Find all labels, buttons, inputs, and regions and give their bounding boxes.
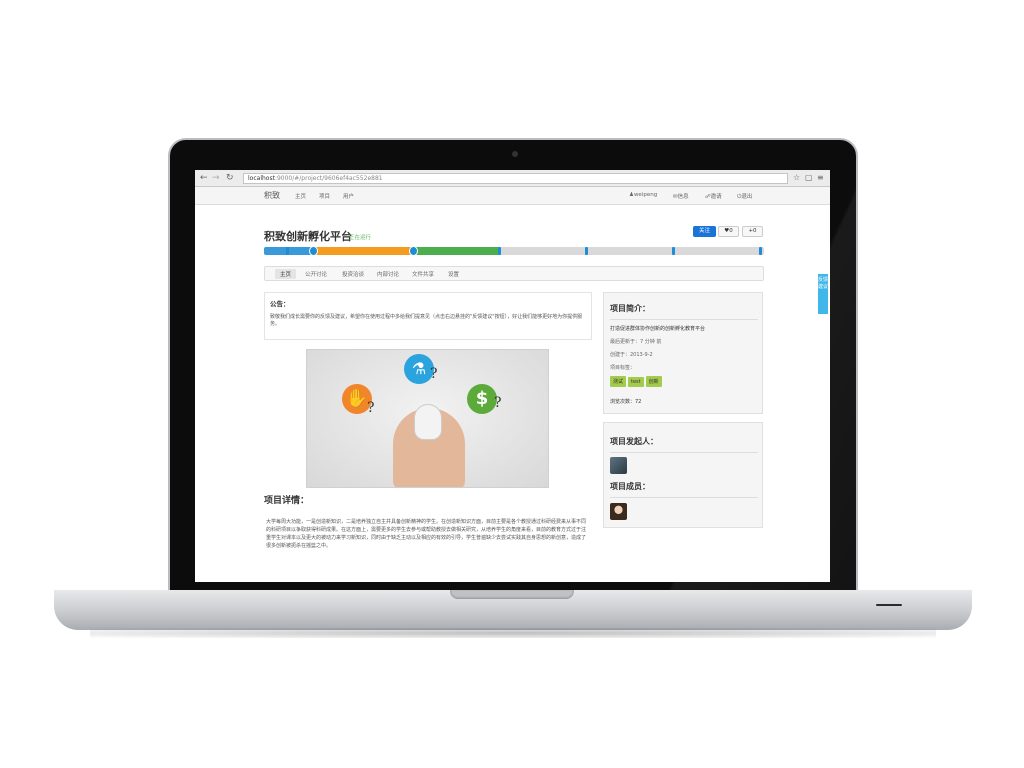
forward-arrow-icon[interactable]: →	[212, 173, 220, 183]
tag-chip[interactable]: 测试	[610, 376, 627, 387]
timeline-segment-green	[414, 247, 500, 255]
shield-icon[interactable]: ▢	[805, 173, 813, 183]
members-title: 项目成员：	[610, 482, 650, 491]
app-navbar: 积致 主页 项目 用户 ♟weipeng ✉信息 ☍邀请 ⏻退出	[195, 187, 830, 205]
tab-public-discussion[interactable]: 公开讨论	[305, 270, 327, 278]
intro-title: 项目简介：	[610, 304, 650, 313]
project-status: 正在运行	[349, 235, 372, 241]
nav-link-users[interactable]: 用户	[343, 192, 354, 200]
project-people-panel: 项目发起人： 项目成员：	[603, 422, 763, 528]
intro-summary: 打造促进群体协作创新的创新孵化教育平台	[610, 326, 706, 332]
back-arrow-icon[interactable]: ←	[200, 173, 208, 183]
laptop-base	[54, 590, 972, 630]
lightbulb-icon	[414, 404, 442, 440]
intro-created: 创建于：2013-9-2	[610, 352, 653, 358]
notice-panel: 公告： 致敬我们成长需要你的反馈及建议，希望你在使用过程中多给我们提意见（点击右…	[264, 292, 592, 340]
members-divider	[610, 497, 758, 498]
dollar-icon: $	[467, 384, 497, 414]
url-host: localhost	[248, 175, 275, 182]
notice-text: 致敬我们成长需要你的反馈及建议，希望你在使用过程中多给我们提意见（点击右边悬挂的…	[270, 314, 583, 327]
tag-chip[interactable]: 创新	[645, 376, 662, 387]
tab-file-sharing[interactable]: 文件共享	[412, 270, 434, 278]
project-hero-image: ✋ ? ⚗ ? $ ?	[306, 349, 549, 488]
notice-title: 公告：	[270, 300, 290, 308]
feedback-tab[interactable]: 反馈建议	[818, 274, 828, 314]
invite-link[interactable]: ☍邀请	[705, 192, 722, 200]
reload-icon[interactable]: ↻	[226, 173, 234, 183]
url-input[interactable]: localhost:9000/#/project/9606ef4ac552e88…	[243, 173, 788, 184]
timeline-segment-orange	[314, 247, 414, 255]
timeline-tick[interactable]	[672, 247, 675, 255]
url-path: :9000/#/project/9606ef4ac552e881	[274, 175, 383, 182]
lid-opening-notch	[450, 590, 574, 599]
detail-text: 大学每周大功能，一是创造新知识，二是培养独立自主并具备创新精神的学生。在创造新知…	[266, 519, 587, 549]
nav-link-home[interactable]: 主页	[295, 192, 306, 200]
timeline-tick[interactable]	[498, 247, 501, 255]
tag-chip[interactable]: test	[628, 377, 644, 387]
tab-home[interactable]: 主页	[275, 269, 297, 279]
timeline-tick[interactable]	[286, 247, 289, 255]
project-intro-panel: 项目简介： 打造促进群体协作创新的创新孵化教育平台 最后更新于：7 分钟 前 创…	[603, 292, 763, 414]
question-mark-icon: ?	[430, 366, 438, 382]
tab-internal-discussion[interactable]: 内部讨论	[377, 270, 399, 278]
intro-tags-label: 项目标签：	[610, 365, 636, 371]
timeline-tick[interactable]	[585, 247, 588, 255]
project-tabs: 主页 公开讨论 投资洽谈 内部讨论 文件共享 设置	[264, 266, 764, 281]
project-title: 积致创新孵化平台	[264, 230, 352, 243]
timeline-milestone[interactable]	[309, 246, 318, 256]
timeline-milestone[interactable]	[409, 246, 418, 256]
browser-window: ← → ↻ localhost:9000/#/project/9606ef4ac…	[195, 170, 830, 582]
webcam-dot	[512, 151, 518, 157]
intro-divider	[610, 319, 758, 320]
founder-title: 项目发起人：	[610, 437, 658, 446]
progress-timeline	[264, 246, 764, 256]
tab-settings[interactable]: 设置	[448, 270, 459, 278]
address-bar: ← → ↻ localhost:9000/#/project/9606ef4ac…	[195, 170, 830, 187]
founder-divider	[610, 452, 758, 453]
intro-tags: 测试 test 创新	[610, 376, 664, 387]
follow-button[interactable]: 关注	[693, 226, 716, 237]
like-button[interactable]: ♥0	[718, 226, 739, 237]
logout-link[interactable]: ⏻退出	[737, 192, 752, 201]
question-mark-icon: ?	[367, 400, 375, 416]
user-menu[interactable]: ♟weipeng	[629, 192, 657, 198]
detail-title: 项目详情：	[264, 496, 310, 506]
menu-icon[interactable]: ≡	[817, 173, 824, 183]
bookmark-star-icon[interactable]: ☆	[793, 173, 800, 183]
question-mark-icon: ?	[494, 395, 502, 411]
founder-avatar[interactable]	[610, 457, 627, 474]
timeline-tick[interactable]	[759, 247, 762, 255]
timeline-segment-blue	[264, 247, 314, 255]
plus-button[interactable]: +0	[742, 226, 763, 237]
logout-label: 退出	[741, 194, 753, 200]
like-count: 0	[729, 228, 733, 234]
intro-updated: 最后更新于：7 分钟 前	[610, 339, 662, 345]
brand-logo[interactable]: 积致	[264, 190, 280, 201]
intro-visits: 浏览次数：72	[610, 399, 642, 405]
messages-label: 信息	[677, 194, 689, 200]
invite-label: 邀请	[710, 194, 722, 200]
laptop-shadow	[90, 628, 936, 638]
member-avatar[interactable]	[610, 503, 627, 520]
messages-link[interactable]: ✉信息	[673, 192, 689, 200]
sleep-indicator-light	[876, 604, 902, 606]
plus-count: +0	[748, 228, 757, 234]
nav-link-projects[interactable]: 项目	[319, 192, 330, 200]
user-name: weipeng	[633, 192, 658, 198]
tab-investment[interactable]: 投资洽谈	[342, 270, 364, 278]
